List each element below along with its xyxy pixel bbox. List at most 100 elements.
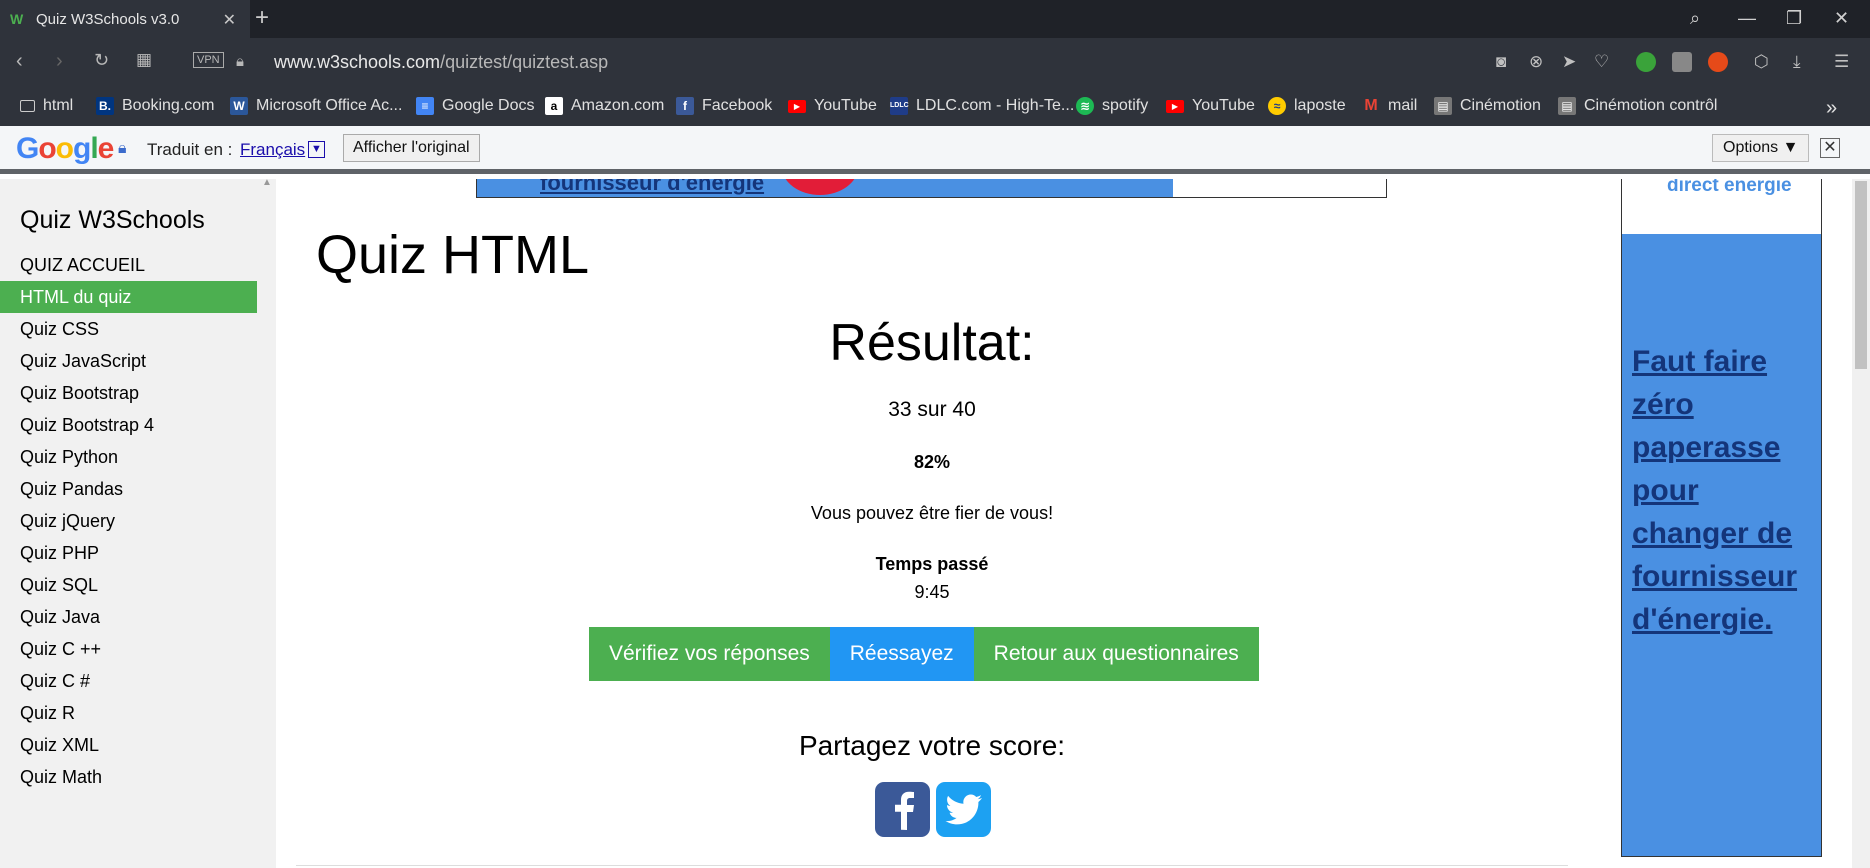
sidebar-item-xml[interactable]: Quiz XML: [0, 729, 257, 761]
cube-extension-icon[interactable]: [1672, 52, 1692, 72]
bookmark-item[interactable]: LDLC LDLC.com - High-Te...: [890, 97, 1074, 115]
cinemotion-icon: ▤: [1434, 97, 1452, 115]
bookmark-label: YouTube: [814, 97, 877, 114]
ad-text[interactable]: Faut faire zéro paperasse pour changer d…: [1632, 340, 1814, 641]
close-window-icon[interactable]: ✕: [1834, 8, 1849, 29]
sidebar-item-bootstrap4[interactable]: Quiz Bootstrap 4: [0, 409, 257, 441]
folder-icon: [20, 100, 35, 112]
tab-close-icon[interactable]: ✕: [223, 10, 236, 30]
facebook-icon: f: [676, 97, 694, 115]
restore-icon[interactable]: ❐: [1786, 8, 1802, 29]
booking-icon: B.: [96, 97, 114, 115]
bookmark-item[interactable]: ▤ Cinémotion contrôl: [1558, 97, 1717, 115]
bookmark-item[interactable]: W Microsoft Office Ac...: [230, 97, 402, 115]
sidebar-item-sql[interactable]: Quiz SQL: [0, 569, 257, 601]
bookmark-label: mail: [1388, 97, 1418, 114]
page-content: ▲ Quiz W3Schools QUIZ ACCUEIL HTML du qu…: [0, 179, 1870, 868]
sidebar-item-csharp[interactable]: Quiz C #: [0, 665, 257, 697]
page-scrollbar[interactable]: [1852, 179, 1870, 868]
minimize-icon[interactable]: —: [1738, 8, 1756, 29]
w3schools-favicon-icon: W: [10, 11, 24, 27]
grid-icon[interactable]: ▦: [136, 50, 152, 70]
bookmark-item[interactable]: Mmail: [1362, 97, 1417, 115]
action-buttons: Vérifiez vos réponses Réessayez Retour a…: [589, 627, 1259, 681]
bookmark-label: Google Docs: [442, 97, 535, 114]
docs-icon: ≡: [416, 97, 434, 115]
sidebar-item-python[interactable]: Quiz Python: [0, 441, 257, 473]
url-path: /quiztest/quiztest.asp: [440, 52, 609, 72]
bookmark-label: html: [43, 97, 74, 114]
bookmark-item[interactable]: f Facebook: [676, 97, 772, 115]
sidebar-item-r[interactable]: Quiz R: [0, 697, 257, 729]
sidebar-item-pandas[interactable]: Quiz Pandas: [0, 473, 257, 505]
bookmark-item[interactable]: B. Booking.com: [96, 97, 215, 115]
sidebar-item-cpp[interactable]: Quiz C ++: [0, 633, 257, 665]
download-icon[interactable]: ⤓: [1793, 52, 1801, 72]
scrollbar-thumb[interactable]: [1855, 181, 1867, 369]
laposte-icon: ≈: [1268, 97, 1286, 115]
sidebar-item-bootstrap[interactable]: Quiz Bootstrap: [0, 377, 257, 409]
url-field[interactable]: www.w3schools.com/quiztest/quiztest.asp: [274, 52, 608, 73]
bookmark-item[interactable]: ▶ YouTube: [1166, 97, 1255, 115]
sidebar-item-html[interactable]: HTML du quiz: [0, 281, 257, 313]
twitter-share-icon[interactable]: [936, 782, 991, 837]
sidebar-item-jquery[interactable]: Quiz jQuery: [0, 505, 257, 537]
result-message: Vous pouvez être fier de vous!: [810, 503, 1054, 523]
address-bar: ‹ › ↻ ▦ VPN 🔒︎ www.w3schools.com/quiztes…: [0, 38, 1870, 88]
bookmark-label: Booking.com: [122, 97, 215, 114]
scroll-up-icon[interactable]: ▲: [262, 179, 272, 188]
sidebar-item-css[interactable]: Quiz CSS: [0, 313, 257, 345]
bookmark-item[interactable]: ≈ laposte: [1268, 97, 1346, 115]
settings-icon[interactable]: ☰: [1834, 52, 1849, 72]
bookmark-label: Amazon.com: [571, 97, 665, 114]
sidebar-item-javascript[interactable]: Quiz JavaScript: [0, 345, 257, 377]
sidebar-nav: QUIZ ACCUEIL HTML du quiz Quiz CSS Quiz …: [0, 249, 257, 793]
youtube-icon: ▶: [788, 99, 806, 113]
bookmark-item[interactable]: ≡ Google Docs: [416, 97, 535, 115]
page-title: Quiz HTML: [316, 225, 590, 285]
divider: [296, 865, 1568, 866]
sidebar-title: Quiz W3Schools: [20, 206, 205, 234]
lock-icon: 🔒︎: [236, 53, 244, 70]
bookmark-item[interactable]: a Amazon.com: [545, 97, 664, 115]
more-bookmarks-icon[interactable]: »: [1826, 97, 1837, 120]
browser-tab[interactable]: W Quiz W3Schools v3.0 ✕: [0, 0, 250, 38]
bookmark-label: YouTube: [1192, 97, 1255, 114]
bookmark-item[interactable]: ▤ Cinémotion: [1434, 97, 1541, 115]
close-icon[interactable]: ✕: [1820, 138, 1840, 158]
bookmark-label: spotify: [1102, 97, 1149, 114]
bookmark-item[interactable]: ≋ spotify: [1076, 97, 1148, 115]
send-icon[interactable]: ➤: [1562, 52, 1576, 72]
search-icon[interactable]: ⌕: [1690, 8, 1700, 29]
new-tab-button[interactable]: +: [255, 6, 269, 30]
back-to-quizzes-button[interactable]: Retour aux questionnaires: [973, 627, 1259, 681]
retry-button[interactable]: Réessayez: [829, 627, 974, 681]
block-icon[interactable]: ⊗: [1529, 52, 1543, 72]
camera-icon[interactable]: ◙: [1496, 52, 1506, 72]
box-icon[interactable]: ⬡: [1754, 52, 1769, 72]
sidebar-item-php[interactable]: Quiz PHP: [0, 537, 257, 569]
gmail-icon: M: [1364, 97, 1378, 114]
bookmark-label: Cinémotion contrôl: [1584, 97, 1718, 114]
bookmarks-bar: html B. Booking.com W Microsoft Office Ac.…: [0, 88, 1870, 126]
bookmark-item[interactable]: html: [20, 97, 73, 115]
heart-icon[interactable]: ♡: [1594, 52, 1609, 72]
facebook-share-icon[interactable]: [875, 782, 930, 837]
vpn-badge[interactable]: VPN: [193, 52, 224, 68]
ad-brand: direct energie: [1667, 179, 1792, 196]
chevron-down-icon[interactable]: ▼: [308, 141, 325, 158]
forward-icon[interactable]: ›: [56, 50, 63, 73]
check-answers-button[interactable]: Vérifiez vos réponses: [589, 627, 830, 681]
sidebar-item-math[interactable]: Quiz Math: [0, 761, 257, 793]
language-link[interactable]: Français: [240, 140, 305, 160]
show-original-button[interactable]: Afficher l'original: [343, 134, 480, 162]
sidebar-item-accueil[interactable]: QUIZ ACCUEIL: [0, 249, 257, 281]
bookmark-item[interactable]: ▶ YouTube: [788, 97, 877, 115]
back-icon[interactable]: ‹: [16, 50, 23, 73]
side-ad-banner[interactable]: direct energie Faut faire zéro paperasse…: [1621, 179, 1822, 857]
ig-extension-icon[interactable]: [1708, 52, 1728, 72]
reload-icon[interactable]: ↻: [94, 50, 109, 71]
options-button[interactable]: Options ▼: [1712, 134, 1810, 162]
extension-icon[interactable]: [1636, 52, 1656, 72]
sidebar-item-java[interactable]: Quiz Java: [0, 601, 257, 633]
